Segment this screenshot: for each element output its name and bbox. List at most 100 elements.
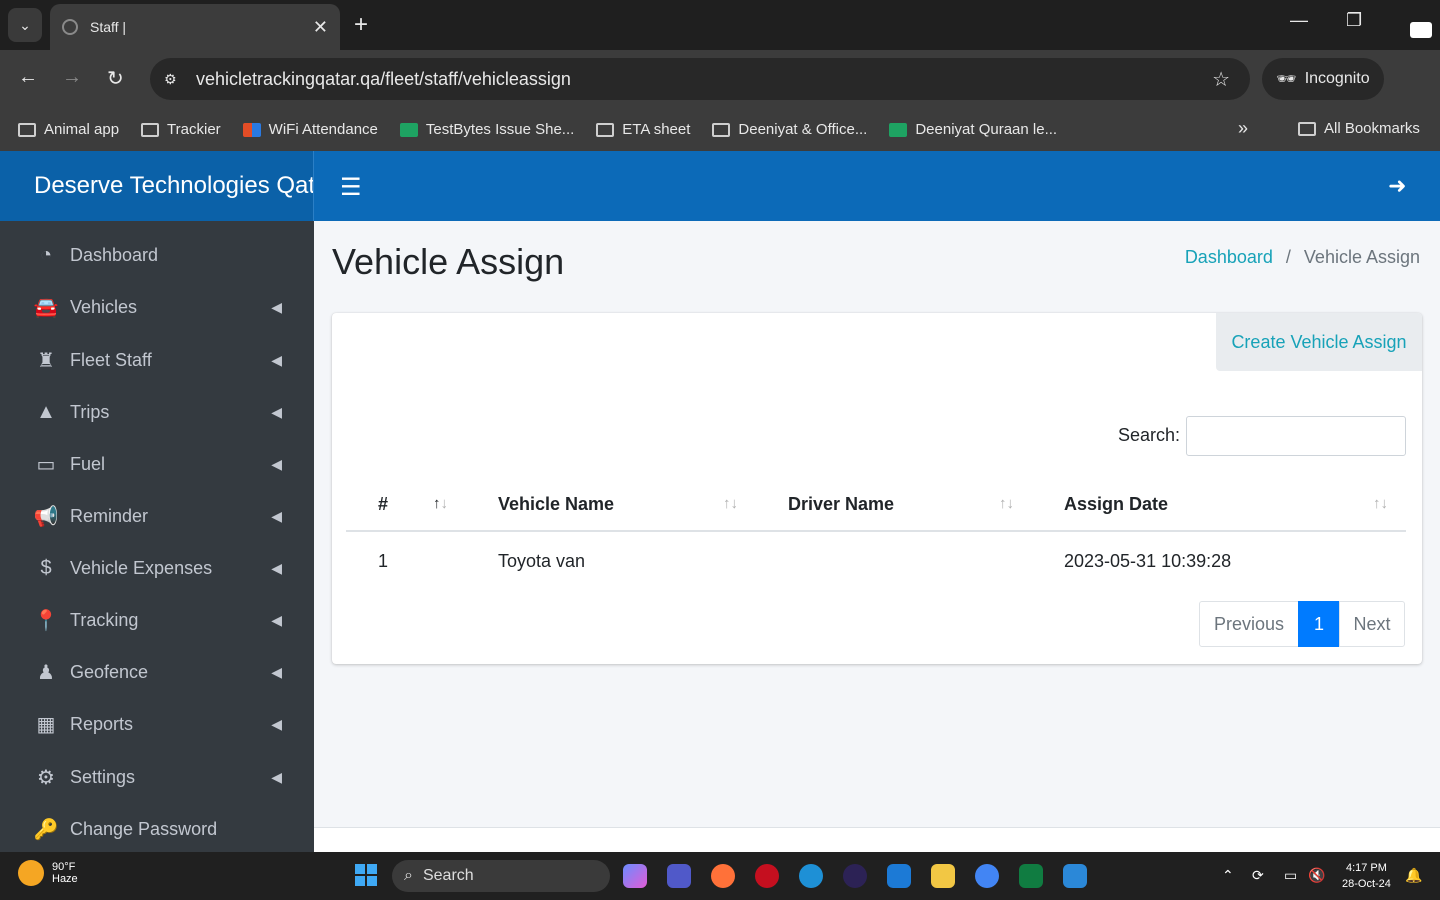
sidebar-item-fuel[interactable]: ▭ Fuel ◀ — [0, 438, 314, 490]
paint-icon[interactable] — [1063, 864, 1087, 888]
sidebar-item-vehicle-expenses[interactable]: $ Vehicle Expenses ◀ — [0, 542, 314, 594]
sidebar-item-label: Settings — [70, 766, 136, 787]
camera-icon[interactable] — [1410, 22, 1432, 38]
sidebar-item-reports[interactable]: ▦ Reports ◀ — [0, 698, 314, 750]
browser-tab-bar: ⌄ Staff | ✕ + — ❐ — [0, 0, 1440, 122]
cell-driver-name — [756, 531, 1032, 591]
bullhorn-icon: 📢 — [33, 505, 59, 528]
tab-search-button[interactable]: ⌄ — [8, 8, 42, 42]
sort-asc-icon: ↑↓ — [433, 495, 448, 512]
system-clock[interactable]: 4:17 PM 28-Oct-24 — [1342, 860, 1391, 892]
bookmark-item[interactable]: ETA sheet — [596, 121, 690, 138]
create-vehicle-assign-button[interactable]: Create Vehicle Assign — [1216, 313, 1422, 371]
bookmark-item[interactable]: Trackier — [141, 121, 221, 138]
folder-icon — [712, 122, 731, 137]
tab-favicon-icon — [62, 19, 78, 35]
teams-icon[interactable] — [667, 864, 691, 888]
logout-icon[interactable]: ➜ — [1388, 173, 1406, 199]
page-1-button[interactable]: 1 — [1298, 601, 1340, 647]
sidebar-item-label: Fuel — [70, 453, 106, 474]
firefox-icon[interactable] — [711, 864, 735, 888]
bookmark-star-icon[interactable]: ☆ — [1212, 67, 1230, 92]
breadcrumb-dashboard-link[interactable]: Dashboard — [1185, 247, 1273, 267]
eclipse-icon[interactable] — [843, 864, 867, 888]
reload-icon[interactable]: ↻ — [107, 66, 124, 91]
sidebar-item-settings[interactable]: ⚙ Settings ◀ — [0, 751, 314, 803]
pagination: Previous 1 Next — [1199, 601, 1405, 647]
sidebar-item-label: Dashboard — [70, 244, 159, 265]
search-input[interactable] — [1186, 416, 1406, 456]
weather-widget[interactable]: 90°F Haze — [18, 860, 78, 886]
app-icon[interactable] — [887, 864, 911, 888]
sheets-icon — [889, 122, 908, 137]
forward-icon[interactable]: → — [62, 66, 82, 89]
sidebar-item-change-password[interactable]: 🔑 Change Password — [0, 803, 314, 855]
table-row: 1 Toyota van 2023-05-31 10:39:28 — [346, 531, 1406, 591]
site-info-icon[interactable]: ⚙ — [164, 71, 186, 88]
address-bar[interactable]: ⚙ vehicletrackingqatar.qa/fleet/staff/ve… — [150, 58, 1250, 100]
new-tab-button[interactable]: + — [354, 10, 368, 40]
brand-text: Deserve Technologies Qatar — [34, 172, 314, 199]
record-icon[interactable] — [755, 864, 779, 888]
column-header-number[interactable]: # ↑↓ — [346, 479, 466, 532]
brand-link[interactable]: Deserve Technologies Qatar — [0, 151, 314, 221]
edge-icon[interactable] — [799, 864, 823, 888]
tab-title: Staff | — [90, 19, 127, 35]
vehicle-assign-card: Create Vehicle Assign Search: # ↑↓ Vehicl… — [332, 313, 1422, 664]
sidebar-item-tracking[interactable]: 📍 Tracking ◀ — [0, 594, 314, 646]
haze-weather-icon — [18, 860, 44, 886]
browser-tab[interactable]: Staff | ✕ — [50, 4, 340, 50]
bookmark-label: Trackier — [167, 121, 221, 138]
bookmark-item[interactable]: Deeniyat Quraan le... — [889, 121, 1057, 138]
folder-icon — [18, 122, 36, 137]
network-icon[interactable]: ▭ — [1284, 867, 1297, 884]
chrome-icon[interactable] — [975, 864, 999, 888]
column-header-driver-name[interactable]: Driver Name ↑↓ — [756, 479, 1032, 532]
sidebar-item-label: Geofence — [70, 661, 149, 682]
content-wrapper: Vehicle Assign Dashboard / Vehicle Assig… — [314, 221, 1440, 827]
map-pin-icon: 📍 — [33, 609, 59, 632]
sidebar-item-geofence[interactable]: ♟ Geofence ◀ — [0, 646, 314, 698]
menu-toggle-icon[interactable]: ☰ — [340, 173, 362, 202]
minimize-icon[interactable]: — — [1290, 10, 1308, 31]
mute-icon[interactable]: 🔇 — [1308, 867, 1325, 884]
all-bookmarks[interactable]: All Bookmarks — [1298, 120, 1420, 137]
excel-icon[interactable] — [1019, 864, 1043, 888]
bookmark-label: Deeniyat & Office... — [738, 121, 868, 138]
taskbar-search[interactable]: ⌕ Search — [392, 860, 610, 892]
more-bookmarks-icon[interactable]: » — [1238, 118, 1248, 139]
notification-bell-icon[interactable]: 🔔 — [1405, 867, 1422, 884]
back-icon[interactable]: ← — [18, 66, 38, 89]
bookmark-item[interactable]: Animal app — [18, 121, 119, 138]
search-label: Search: — [1118, 425, 1181, 445]
file-explorer-icon[interactable] — [931, 864, 955, 888]
sidebar-item-reminder[interactable]: 📢 Reminder ◀ — [0, 490, 314, 542]
tab-close-icon[interactable]: ✕ — [313, 17, 328, 38]
chevron-left-icon: ◀ — [271, 351, 282, 368]
windows-start-icon[interactable] — [355, 864, 377, 886]
sync-icon[interactable]: ⟳ — [1252, 867, 1264, 884]
url-text[interactable]: vehicletrackingqatar.qa/fleet/staff/vehi… — [196, 69, 571, 90]
sidebar-item-label: Reminder — [70, 505, 149, 526]
previous-page-button[interactable]: Previous — [1199, 601, 1299, 647]
bookmark-label: TestBytes Issue She... — [425, 121, 575, 138]
sidebar-item-trips[interactable]: ▲ Trips ◀ — [0, 386, 314, 438]
bookmark-item[interactable]: Deeniyat & Office... — [712, 121, 867, 138]
next-page-button[interactable]: Next — [1339, 601, 1405, 647]
bookmark-item[interactable]: WiFi Attendance — [242, 121, 378, 138]
bookmark-item[interactable]: TestBytes Issue She... — [399, 121, 575, 138]
restore-icon[interactable]: ❐ — [1346, 10, 1362, 31]
copilot-icon[interactable] — [623, 864, 647, 888]
tray-chevron-icon[interactable]: ⌃ — [1222, 867, 1234, 884]
incognito-label: Incognito — [1304, 70, 1370, 87]
column-header-assign-date[interactable]: Assign Date ↑↓ — [1032, 479, 1406, 532]
sidebar-item-vehicles[interactable]: 🚘 Vehicles ◀ — [0, 281, 314, 333]
sidebar-item-dashboard[interactable]: ◔ Dashboard — [0, 229, 314, 281]
key-icon: 🔑 — [33, 818, 59, 841]
weather-temp: 90°F — [52, 861, 76, 873]
dollar-icon: $ — [40, 556, 52, 579]
column-header-label: Assign Date — [1064, 494, 1169, 514]
incognito-badge[interactable]: 🕶 Incognito — [1262, 58, 1384, 100]
sidebar-item-fleet-staff[interactable]: ♜ Fleet Staff ◀ — [0, 334, 314, 386]
column-header-vehicle-name[interactable]: Vehicle Name ↑↓ — [466, 479, 756, 532]
